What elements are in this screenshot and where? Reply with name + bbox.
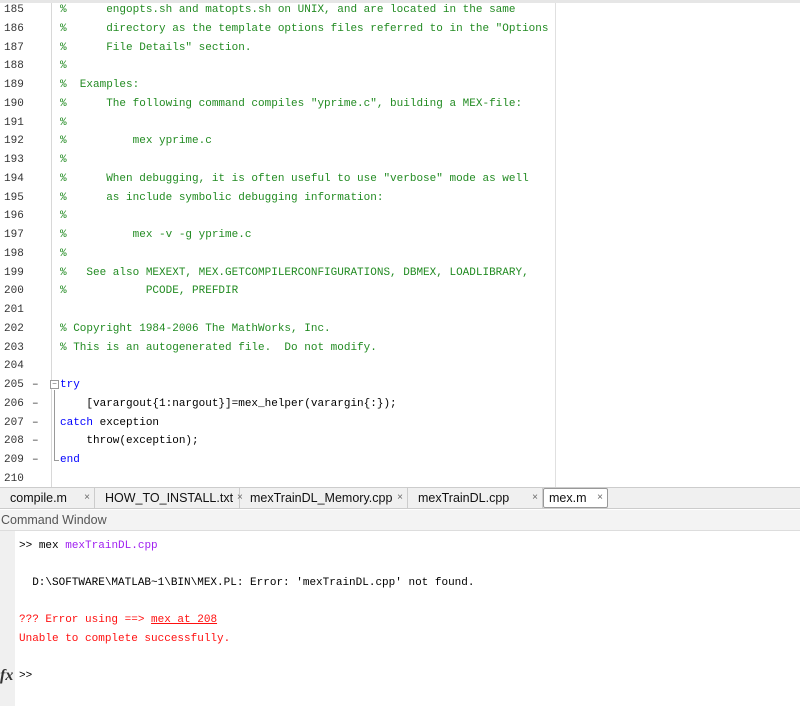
tab-mex-m[interactable]: mex.m × bbox=[543, 488, 608, 508]
code-line[interactable]: % PCODE, PREFDIR bbox=[60, 282, 238, 301]
code-line[interactable]: % engopts.sh and matopts.sh on UNIX, and… bbox=[60, 1, 515, 20]
code-line[interactable]: % See also MEXEXT, MEX.GETCOMPILERCONFIG… bbox=[60, 264, 529, 283]
command-window[interactable]: >> mex mexTrainDL.cpp D:\SOFTWARE\MATLAB… bbox=[0, 531, 800, 706]
line-number: 201 bbox=[4, 304, 24, 317]
output-line: D:\SOFTWARE\MATLAB~1\BIN\MEX.PL: Error: … bbox=[19, 577, 475, 589]
tab-mextraindl-cpp[interactable]: mexTrainDL.cpp × bbox=[408, 488, 543, 508]
command-argument: mexTrainDL.cpp bbox=[65, 540, 158, 552]
editor[interactable]: 185 % engopts.sh and matopts.sh on UNIX, … bbox=[0, 0, 800, 487]
line-number: 191 bbox=[4, 116, 24, 129]
code-line[interactable]: % bbox=[60, 207, 67, 226]
line-number: 204 bbox=[4, 360, 24, 373]
line-number: 200 bbox=[4, 285, 24, 298]
breakpoint-marker[interactable]: – bbox=[32, 432, 42, 451]
line-number: 188 bbox=[4, 60, 24, 73]
code-line[interactable]: % as include symbolic debugging informat… bbox=[60, 189, 383, 208]
line-number: 199 bbox=[4, 266, 24, 279]
error-message: Unable to complete successfully. bbox=[19, 633, 231, 645]
code-line[interactable]: % Examples: bbox=[60, 76, 139, 95]
line-number: 193 bbox=[4, 154, 24, 167]
tab-compile-m[interactable]: compile.m × bbox=[0, 488, 95, 508]
identifier: exception bbox=[93, 416, 160, 429]
breakpoint-marker[interactable]: – bbox=[32, 414, 42, 433]
code-line[interactable]: % mex yprime.c bbox=[60, 132, 212, 151]
code-line[interactable]: end bbox=[60, 451, 80, 470]
line-number: 206 bbox=[4, 397, 24, 410]
line-number: 194 bbox=[4, 172, 24, 185]
tab-label: HOW_TO_INSTALL.txt bbox=[105, 491, 234, 505]
command: mex bbox=[38, 540, 59, 552]
breakpoint-marker[interactable]: – bbox=[32, 451, 42, 470]
tab-mextraindl-memory-cpp[interactable]: mexTrainDL_Memory.cpp × bbox=[240, 488, 408, 508]
code-line[interactable]: % This is an autogenerated file. Do not … bbox=[60, 339, 377, 358]
code-line[interactable]: throw(exception); bbox=[60, 432, 198, 451]
breakpoint-marker[interactable]: – bbox=[32, 395, 42, 414]
line-number: 187 bbox=[4, 41, 24, 54]
line-number: 208 bbox=[4, 435, 24, 448]
tab-label: mex.m bbox=[549, 491, 587, 505]
code-line[interactable]: % bbox=[60, 57, 67, 76]
keyword: catch bbox=[60, 416, 94, 429]
code-line[interactable]: % The following command compiles "yprime… bbox=[60, 95, 522, 114]
line-number: 207 bbox=[4, 416, 24, 429]
fold-collapse-icon[interactable]: − bbox=[50, 380, 59, 389]
error-link[interactable]: mex at 208 bbox=[151, 614, 217, 626]
fx-icon[interactable]: fx bbox=[0, 667, 13, 685]
code-line[interactable]: % File Details" section. bbox=[60, 39, 251, 58]
close-icon[interactable]: × bbox=[393, 488, 407, 508]
line-number: 195 bbox=[4, 191, 24, 204]
line-number: 202 bbox=[4, 322, 24, 335]
gutter-divider bbox=[51, 0, 52, 487]
line-number: 203 bbox=[4, 341, 24, 354]
code-line[interactable]: % directory as the template options file… bbox=[60, 20, 548, 39]
line-number: 198 bbox=[4, 247, 24, 260]
line-number: 197 bbox=[4, 229, 24, 242]
command-prompt[interactable]: >> bbox=[19, 667, 32, 686]
fold-end bbox=[54, 460, 59, 461]
error-line: ??? Error using ==> mex at 208 bbox=[19, 611, 217, 630]
tab-label: mexTrainDL_Memory.cpp bbox=[250, 491, 393, 505]
command-line: >> mex mexTrainDL.cpp bbox=[19, 537, 158, 556]
line-number: 190 bbox=[4, 97, 24, 110]
code-line[interactable]: % bbox=[60, 114, 67, 133]
editor-tabs: compile.m × HOW_TO_INSTALL.txt × mexTrainDL_… bbox=[0, 487, 800, 509]
line-number: 209 bbox=[4, 454, 24, 467]
line-number: 196 bbox=[4, 210, 24, 223]
line-number: 205 bbox=[4, 379, 24, 392]
line-number: 185 bbox=[4, 4, 24, 16]
line-number: 210 bbox=[4, 473, 24, 485]
line-number: 192 bbox=[4, 135, 24, 148]
code-line[interactable]: % Copyright 1984-2006 The MathWorks, Inc… bbox=[60, 320, 331, 339]
right-margin-line bbox=[555, 0, 556, 487]
tab-label: mexTrainDL.cpp bbox=[418, 491, 510, 505]
code-line[interactable]: % mex -v -g yprime.c bbox=[60, 226, 251, 245]
prompt: >> bbox=[19, 540, 33, 552]
error-prefix: ??? Error using ==> bbox=[19, 614, 152, 626]
line-number: 189 bbox=[4, 79, 24, 92]
close-icon[interactable]: × bbox=[593, 488, 607, 508]
close-icon[interactable]: × bbox=[80, 488, 94, 508]
code-line[interactable]: % bbox=[60, 151, 67, 170]
code-line[interactable]: % When debugging, it is often useful to … bbox=[60, 170, 529, 189]
tab-label: compile.m bbox=[10, 491, 67, 505]
command-window-title: Command Window bbox=[0, 510, 800, 531]
code-line[interactable]: % bbox=[60, 245, 67, 264]
breakpoint-marker[interactable]: – bbox=[32, 376, 42, 395]
toolbar-edge bbox=[0, 0, 800, 3]
line-number: 186 bbox=[4, 22, 24, 35]
close-icon[interactable]: × bbox=[528, 488, 542, 508]
fold-line bbox=[54, 390, 55, 460]
code-line[interactable]: catch exception bbox=[60, 414, 159, 433]
tab-how-to-install-txt[interactable]: HOW_TO_INSTALL.txt × bbox=[95, 488, 243, 508]
code-line[interactable]: [varargout{1:nargout}]=mex_helper(vararg… bbox=[60, 395, 396, 414]
code-line[interactable]: try bbox=[60, 376, 80, 395]
